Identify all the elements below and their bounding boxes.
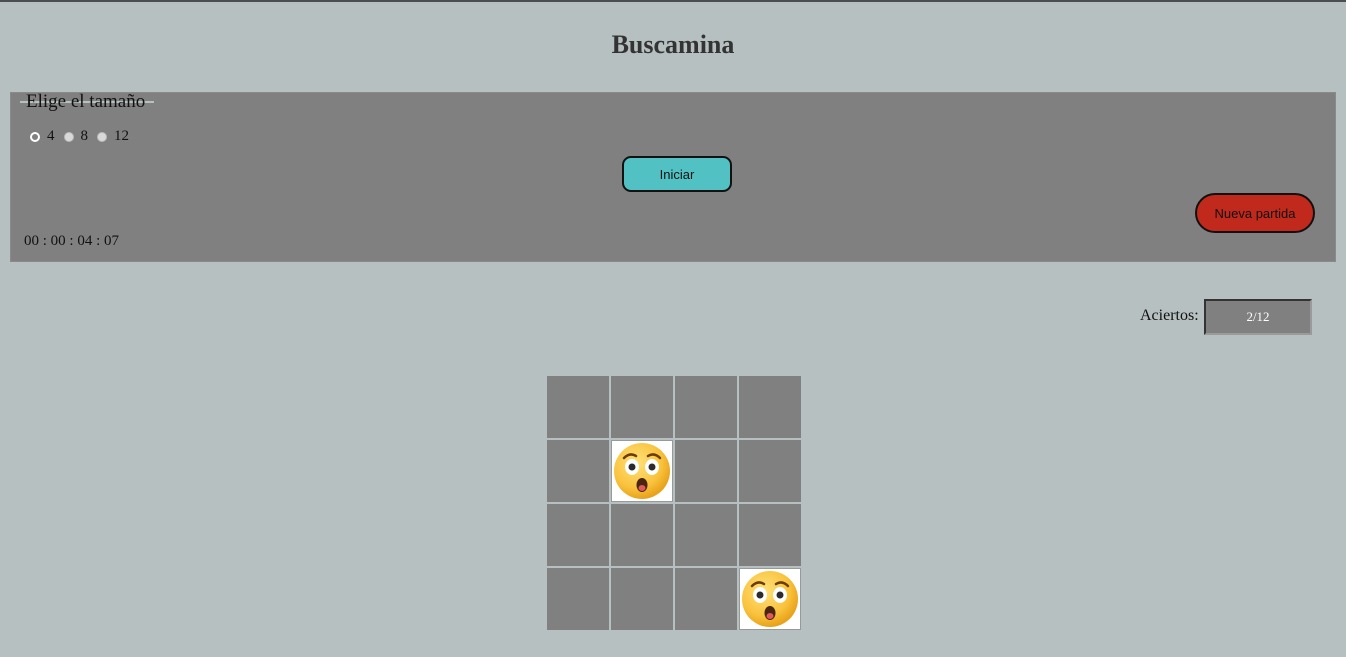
size-options: 4 8 12 — [30, 128, 138, 145]
size-radio-12[interactable] — [97, 131, 107, 142]
board-cell[interactable] — [675, 504, 737, 566]
page-title: Buscamina — [611, 30, 735, 59]
size-label-12: 12 — [114, 128, 129, 144]
board-cell[interactable] — [739, 376, 801, 438]
board-cell[interactable] — [611, 376, 673, 438]
board-cell-revealed[interactable] — [611, 440, 673, 502]
board-cell[interactable] — [611, 568, 673, 630]
score-label: Aciertos: — [1140, 307, 1199, 324]
size-radio-8[interactable] — [63, 131, 74, 142]
board-cell[interactable] — [547, 568, 609, 630]
board-cell[interactable] — [611, 504, 673, 566]
board-cell[interactable] — [675, 568, 737, 630]
score-value: 2/12 — [1204, 299, 1312, 335]
size-panel-legend: Elige el tamaño — [26, 91, 146, 112]
timer: 00 : 00 : 04 : 07 — [24, 233, 120, 249]
board-cell[interactable] — [739, 440, 801, 502]
board-cell[interactable] — [675, 376, 737, 438]
size-label-4: 4 — [47, 128, 55, 144]
surprised-face-icon — [612, 441, 672, 501]
board-cell[interactable] — [547, 376, 609, 438]
size-radio-4[interactable] — [30, 131, 40, 142]
start-button[interactable]: Iniciar — [622, 156, 732, 192]
surprised-face-icon — [740, 569, 800, 629]
game-board — [547, 376, 803, 632]
top-border — [0, 0, 1346, 2]
board-cell[interactable] — [675, 440, 737, 502]
board-cell[interactable] — [547, 504, 609, 566]
board-cell[interactable] — [547, 440, 609, 502]
size-label-8: 8 — [80, 128, 89, 144]
new-game-button[interactable]: Nueva partida — [1195, 193, 1315, 233]
board-cell-revealed[interactable] — [739, 568, 801, 630]
board-cell[interactable] — [739, 504, 801, 566]
